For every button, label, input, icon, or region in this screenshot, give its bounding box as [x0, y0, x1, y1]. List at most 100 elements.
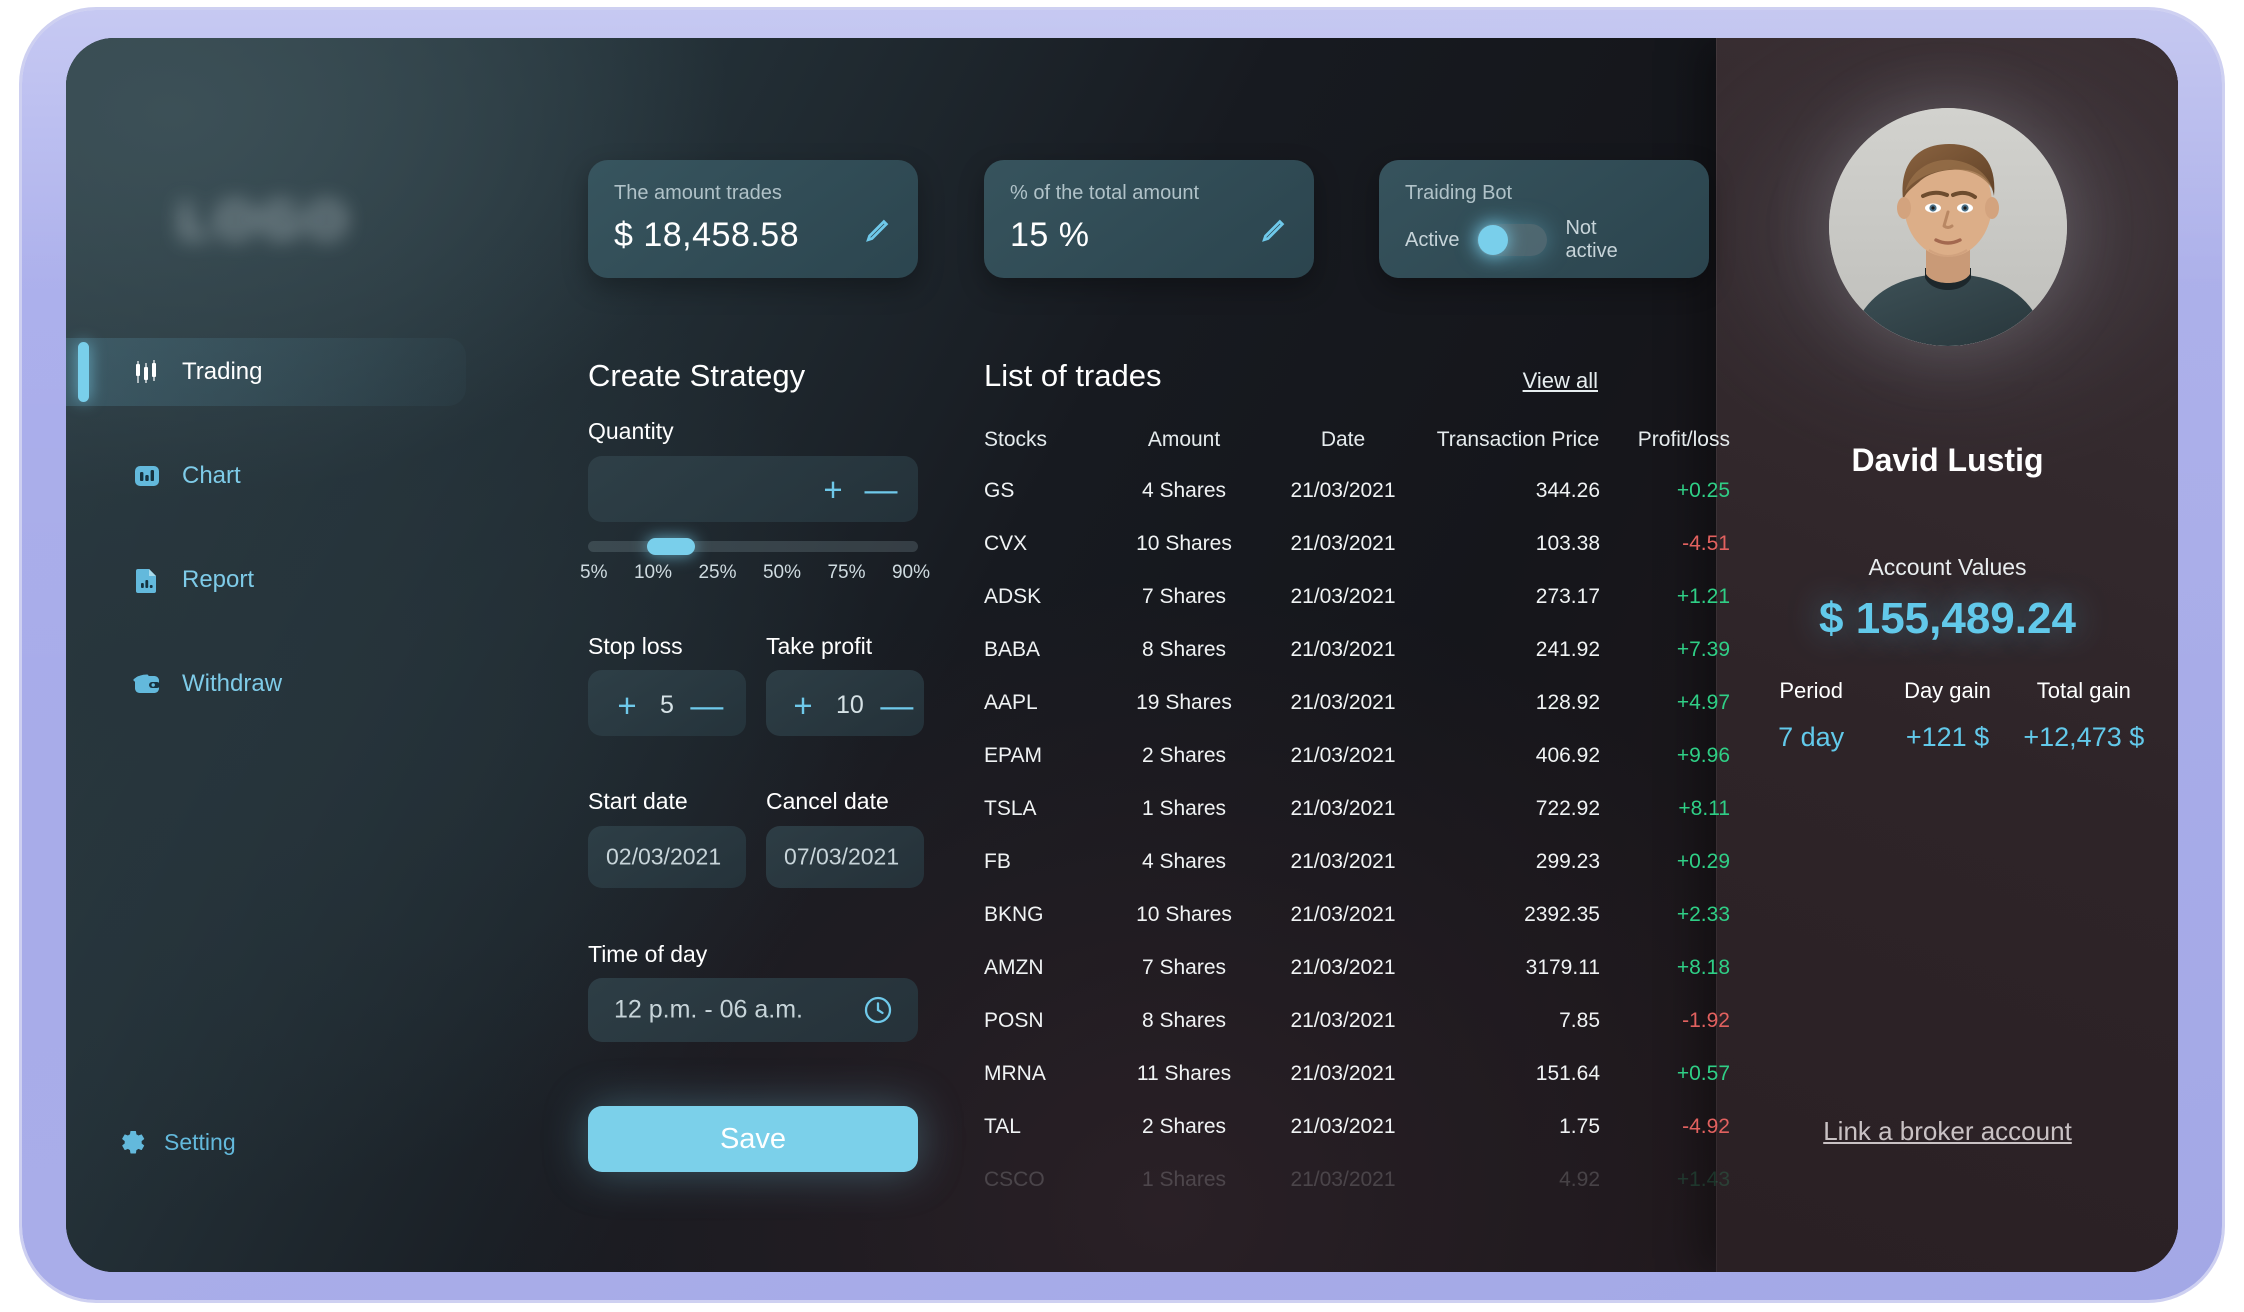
table-row[interactable]: AAPL 19 Shares 21/03/2021 128.92 +4.97 — [984, 676, 1730, 729]
sidebar-item-chart[interactable]: Chart — [66, 442, 466, 510]
table-row[interactable]: MRNA 11 Shares 21/03/2021 151.64 +0.57 — [984, 1047, 1730, 1100]
table-row[interactable]: GS 4 Shares 21/03/2021 344.26 +0.25 — [984, 464, 1730, 517]
cell-price: 128.92 — [1535, 690, 1600, 714]
cell-stock: FB — [984, 849, 1011, 873]
cell-stock: EPAM — [984, 743, 1042, 767]
cell-price: 406.92 — [1535, 743, 1600, 767]
cell-date: 21/03/2021 — [1290, 690, 1396, 714]
save-button[interactable]: Save — [588, 1106, 918, 1172]
stop-loss-increment-button[interactable]: + — [612, 689, 642, 722]
table-row[interactable]: FB 4 Shares 21/03/2021 299.23 +0.29 — [984, 835, 1730, 888]
stop-loss-decrement-button[interactable]: — — [690, 689, 723, 722]
profile-panel: David Lustig Account Values $ 155,489.24… — [1716, 38, 2178, 1272]
start-date-input[interactable]: 02/03/2021 — [588, 826, 746, 888]
table-row[interactable]: CVX 10 Shares 21/03/2021 103.38 -4.51 — [984, 517, 1730, 570]
quantity-decrement-button[interactable]: — — [865, 473, 898, 506]
cell-stock: GS — [984, 478, 1015, 502]
table-row[interactable]: ADSK 7 Shares 21/03/2021 273.17 +1.21 — [984, 570, 1730, 623]
trades-table: Stocks Amount Date Transaction Price Pro… — [984, 416, 1730, 1206]
cell-date: 21/03/2021 — [1290, 902, 1396, 926]
sidebar-item-trading[interactable]: Trading — [66, 338, 466, 406]
cell-profit-loss: -1.92 — [1682, 1008, 1730, 1032]
table-header-row: Stocks Amount Date Transaction Price Pro… — [984, 416, 1730, 464]
quantity-slider-ticks: 5% 10% 25% 50% 75% 90% — [580, 562, 930, 584]
cell-stock: AMZN — [984, 955, 1044, 979]
stat-day-gain-value: +121 $ — [1905, 722, 1990, 752]
sidebar-item-label: Withdraw — [182, 670, 283, 697]
table-row[interactable]: CSCO 1 Shares 21/03/2021 4.92 +1.43 — [984, 1153, 1730, 1206]
quantity-slider[interactable] — [588, 538, 918, 555]
stat-total-gain-label: Total gain — [2036, 678, 2131, 703]
table-row[interactable]: TSLA 1 Shares 21/03/2021 722.92 +8.11 — [984, 782, 1730, 835]
stat-period: Period 7 day — [1743, 678, 1879, 753]
trading-bot-inactive-label: Not active — [1565, 217, 1618, 262]
account-value: $ 155,489.24 — [1819, 594, 2076, 643]
slider-tick: 90% — [891, 562, 930, 583]
clock-icon[interactable] — [862, 994, 894, 1026]
cell-price: 4.92 — [1559, 1167, 1600, 1191]
cell-date: 21/03/2021 — [1290, 478, 1396, 502]
total-amount-percent-card: % of the total amount 15 % — [984, 160, 1314, 278]
quantity-slider-thumb[interactable] — [647, 538, 696, 555]
stat-total-gain-value: +12,473 $ — [2023, 722, 2145, 752]
cell-amount: 1 Shares — [1141, 796, 1227, 820]
table-row[interactable]: TAL 2 Shares 21/03/2021 1.75 -4.92 — [984, 1100, 1730, 1153]
pencil-icon[interactable] — [862, 216, 892, 246]
cell-price: 722.92 — [1535, 796, 1600, 820]
table-row[interactable]: POSN 8 Shares 21/03/2021 7.85 -1.92 — [984, 994, 1730, 1047]
take-profit-decrement-button[interactable]: — — [880, 689, 913, 722]
cell-stock: CSCO — [984, 1167, 1045, 1191]
cell-stock: AAPL — [984, 690, 1038, 714]
cell-amount: 19 Shares — [1136, 690, 1232, 714]
table-row[interactable]: EPAM 2 Shares 21/03/2021 406.92 +9.96 — [984, 729, 1730, 782]
cell-date: 21/03/2021 — [1290, 849, 1396, 873]
quantity-increment-button[interactable]: + — [818, 473, 848, 506]
stop-loss-label: Stop loss — [588, 633, 683, 659]
account-values-label: Account Values — [1868, 554, 2027, 580]
sidebar-item-label: Setting — [164, 1128, 236, 1155]
gain-stats: Period 7 day Day gain +121 $ Total gain … — [1743, 678, 2152, 753]
table-row[interactable]: AMZN 7 Shares 21/03/2021 3179.11 +8.18 — [984, 941, 1730, 994]
sidebar-item-report[interactable]: Report — [66, 546, 466, 614]
trading-bot-card: Traiding Bot Active Not active — [1379, 160, 1709, 278]
take-profit-stepper: + 10 — — [788, 689, 913, 722]
user-photo-avatar — [1828, 108, 2067, 346]
table-row[interactable]: BABA 8 Shares 21/03/2021 241.92 +7.39 — [984, 623, 1730, 676]
amount-trades-value: $ 18,458.58 — [614, 216, 800, 254]
stat-period-label: Period — [1779, 678, 1843, 703]
device-frame: David Lustig Account Values $ 155,489.24… — [22, 10, 2222, 1300]
cell-stock: ADSK — [984, 584, 1042, 608]
cell-profit-loss: +1.43 — [1676, 1167, 1730, 1191]
total-amount-percent-value: 15 % — [1010, 216, 1090, 254]
slider-tick: 50% — [762, 562, 801, 583]
stat-day-gain-label: Day gain — [1904, 678, 1991, 703]
link-broker-account[interactable]: Link a broker account — [1717, 1116, 2178, 1147]
cell-price: 344.26 — [1535, 478, 1600, 502]
sidebar-item-setting[interactable]: Setting — [66, 1118, 236, 1166]
trading-bot-active-label: Active — [1405, 228, 1460, 251]
cell-price: 103.38 — [1535, 531, 1600, 555]
cell-amount: 7 Shares — [1141, 584, 1227, 608]
cell-stock: MRNA — [984, 1061, 1046, 1085]
cell-profit-loss: +8.18 — [1676, 955, 1730, 979]
cell-price: 7.85 — [1559, 1008, 1600, 1032]
column-header-stocks: Stocks — [984, 428, 1048, 451]
cell-stock: TSLA — [984, 796, 1037, 820]
pencil-icon[interactable] — [1258, 216, 1288, 246]
cell-profit-loss: +0.57 — [1676, 1061, 1730, 1085]
sidebar-item-withdraw[interactable]: Withdraw — [66, 650, 466, 718]
cell-amount: 2 Shares — [1141, 1114, 1227, 1138]
view-all-link[interactable]: View all — [1523, 368, 1598, 394]
cell-price: 299.23 — [1535, 849, 1600, 873]
total-amount-percent-label: % of the total amount — [1010, 182, 1200, 204]
cell-price: 273.17 — [1535, 584, 1600, 608]
trading-bot-toggle[interactable] — [1477, 224, 1548, 256]
cell-profit-loss: +1.21 — [1676, 584, 1730, 608]
table-row[interactable]: BKNG 10 Shares 21/03/2021 2392.35 +2.33 — [984, 888, 1730, 941]
stat-period-value: 7 day — [1778, 722, 1845, 752]
cell-profit-loss: +7.39 — [1676, 637, 1730, 661]
time-of-day-input[interactable]: 12 p.m. - 06 a.m. — [588, 978, 918, 1042]
take-profit-increment-button[interactable]: + — [788, 689, 818, 722]
cell-amount: 10 Shares — [1136, 902, 1232, 926]
cancel-date-input[interactable]: 07/03/2021 — [766, 826, 924, 888]
